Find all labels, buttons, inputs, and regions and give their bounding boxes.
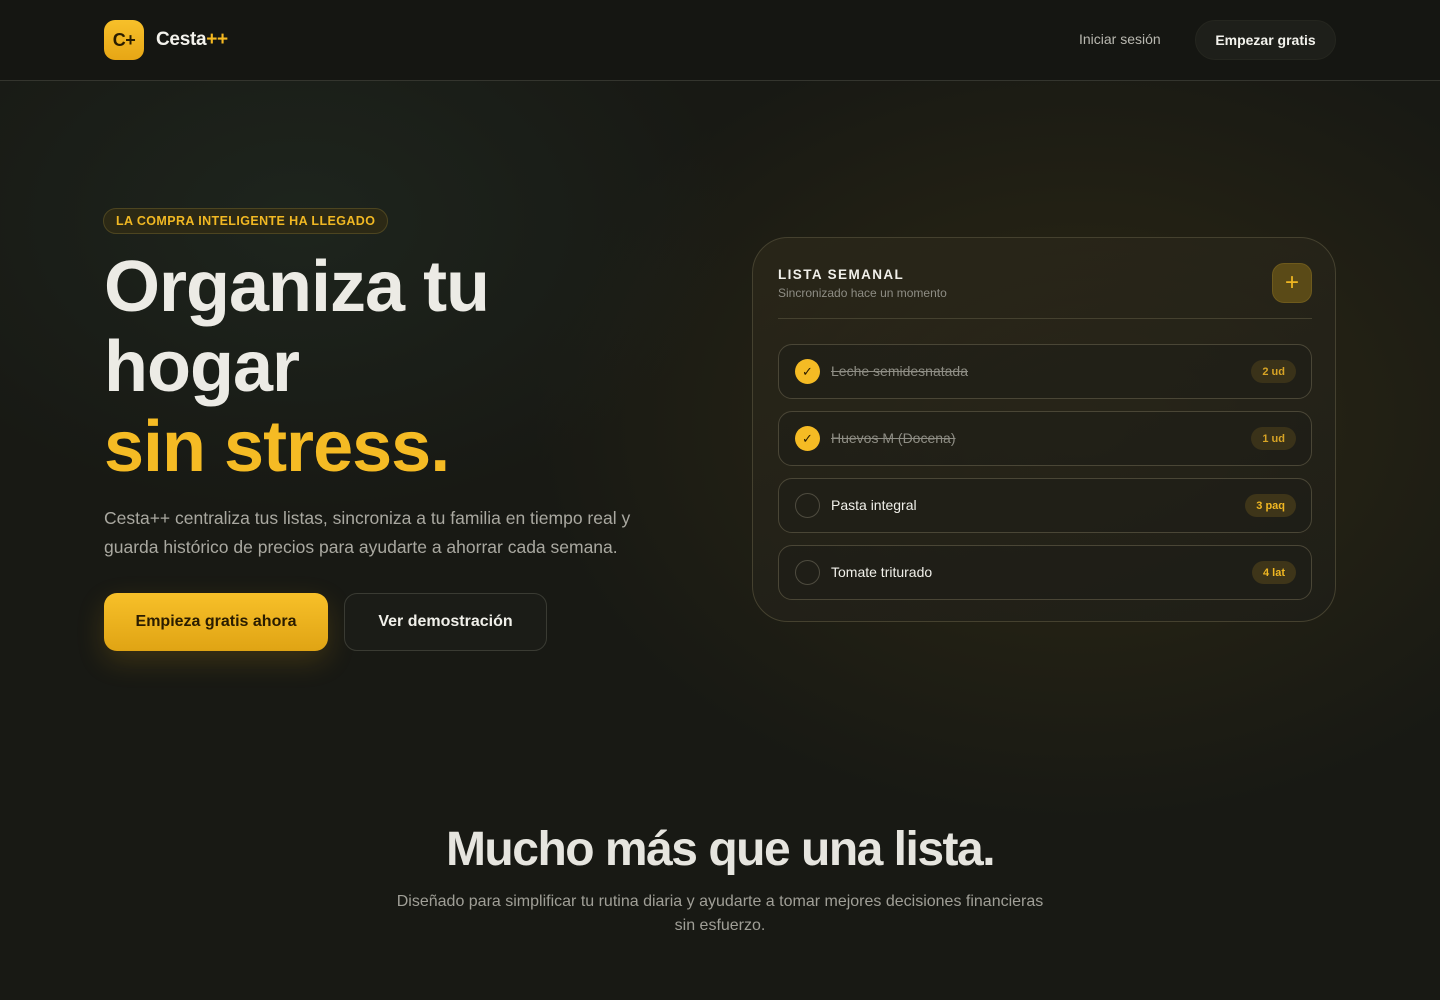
item-label: Huevos M (Docena) (831, 430, 956, 446)
item-checkbox[interactable] (795, 493, 820, 518)
landing-page: C+ Cesta++ Iniciar sesión Empezar gratis… (0, 0, 1440, 1000)
item-checkbox[interactable] (795, 560, 820, 585)
list-item[interactable]: Pasta integral 3 paq (778, 478, 1312, 533)
item-quantity-badge: 2 ud (1251, 360, 1296, 383)
item-label: Tomate triturado (831, 564, 933, 580)
list-item[interactable]: ✓ Leche semidesnatada 2 ud (778, 344, 1312, 399)
item-quantity-badge: 3 paq (1245, 494, 1296, 517)
features-description: Diseñado para simplificar tu rutina diar… (396, 893, 1044, 934)
check-icon: ✓ (802, 363, 813, 379)
list-items: ✓ Leche semidesnatada 2 ud ✓ Huevos M (D… (778, 344, 1312, 612)
item-checkbox[interactable]: ✓ (795, 359, 820, 384)
start-free-button[interactable]: Empieza gratis ahora (104, 593, 328, 651)
add-item-button[interactable]: + (1272, 263, 1312, 303)
top-navbar: C+ Cesta++ Iniciar sesión Empezar gratis (0, 0, 1440, 81)
hero-eyebrow-badge: LA COMPRA INTELIGENTE HA LLEGADO (103, 208, 389, 234)
card-divider (778, 318, 1312, 319)
list-item[interactable]: Tomate triturado 4 lat (778, 545, 1312, 600)
sync-status: Sincronizado hace un momento (778, 286, 947, 300)
nav-signup-button[interactable]: Empezar gratis (1195, 20, 1336, 60)
brand-name-main: Cesta (156, 29, 207, 50)
logo-badge: C+ (104, 20, 144, 60)
logo[interactable]: C+ Cesta++ (104, 20, 228, 60)
item-label: Leche semidesnatada (831, 363, 968, 379)
hero-title-accent: sin stress. (104, 407, 450, 487)
list-title: LISTA SEMANAL (778, 267, 905, 282)
list-item[interactable]: ✓ Huevos M (Docena) 1 ud (778, 411, 1312, 466)
hero-description: Cesta++ centraliza tus listas, sincroniz… (104, 508, 631, 557)
plus-icon: + (1284, 269, 1299, 296)
brand-name-suffix: ++ (206, 29, 228, 50)
login-link[interactable]: Iniciar sesión (1079, 31, 1161, 47)
demo-button[interactable]: Ver demostración (344, 593, 547, 651)
item-checkbox[interactable]: ✓ (795, 426, 820, 451)
shopping-list-card: LISTA SEMANAL Sincronizado hace un momen… (752, 237, 1336, 622)
check-icon: ✓ (802, 430, 813, 446)
brand-name: Cesta++ (156, 29, 228, 51)
hero-title: Organiza tu hogar sin stress. (104, 247, 744, 487)
item-quantity-badge: 4 lat (1251, 561, 1296, 584)
item-label: Pasta integral (831, 497, 917, 513)
hero-title-line2: hogar (104, 327, 300, 407)
item-quantity-badge: 1 ud (1251, 427, 1296, 450)
hero-title-line1: Organiza tu (104, 247, 490, 327)
features-title: Mucho más que una lista. (445, 823, 996, 876)
